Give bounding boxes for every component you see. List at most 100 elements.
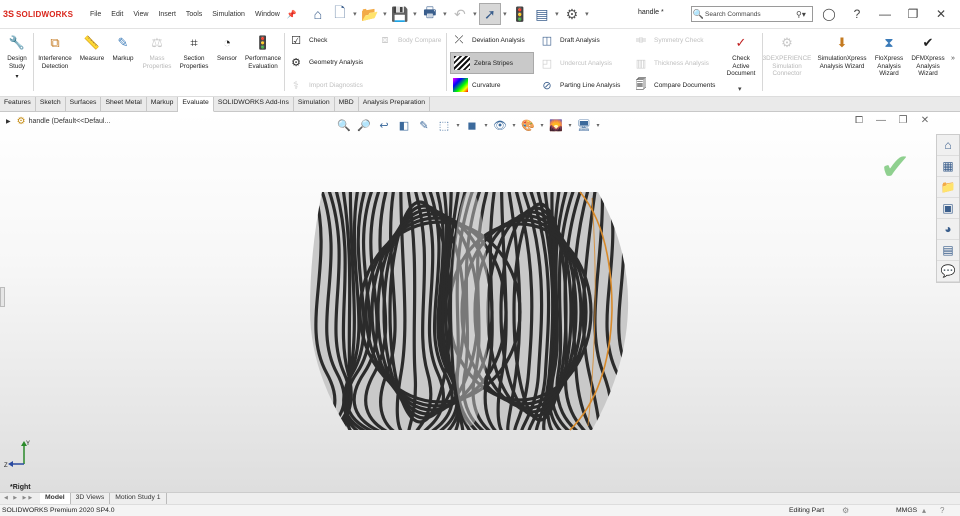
search-commands[interactable]: 🔍 Search Commands ⚲▾	[691, 6, 813, 22]
rebuild-status-icon[interactable]: ⚙	[842, 506, 849, 515]
solidworks-resources-icon[interactable]: ⌂	[937, 135, 959, 156]
menu-insert[interactable]: Insert	[153, 11, 181, 18]
body-compare-tool[interactable]: ⧈ Body Compare	[376, 31, 442, 49]
view-palette-icon[interactable]: ▣	[937, 198, 959, 219]
forum-icon[interactable]: 💬	[937, 261, 959, 282]
search-input[interactable]: Search Commands	[705, 11, 796, 18]
parting-line-analysis-tool[interactable]: ⊘ Parting Line Analysis	[538, 76, 620, 94]
viewport-tile-icon[interactable]: ⧠	[848, 115, 870, 126]
file-explorer-icon[interactable]: 📁	[937, 177, 959, 198]
design-study-tool[interactable]: 🔧 Design Study ▾	[4, 33, 30, 82]
new-document-icon[interactable]: 🗋	[329, 3, 351, 25]
tab-markup[interactable]: Markup	[147, 97, 179, 112]
hide-show-items-icon[interactable]: 👁	[490, 116, 510, 134]
view-orientation-icon[interactable]: ⬚	[434, 116, 454, 134]
properties-dropdown-icon[interactable]: ▾	[553, 10, 561, 18]
design-library-icon[interactable]: ▦	[937, 156, 959, 177]
simulationxpress-tool[interactable]: ⬇ SimulationXpress Analysis Wizard	[814, 33, 870, 70]
check-active-document-tool[interactable]: ✓ Check Active Document	[722, 33, 760, 78]
menu-tools[interactable]: Tools	[181, 11, 207, 18]
search-options-icon[interactable]: ⚲▾	[796, 10, 812, 19]
menu-simulation[interactable]: Simulation	[207, 11, 250, 18]
menu-file[interactable]: File	[85, 11, 106, 18]
close-icon[interactable]: ✕	[930, 5, 952, 23]
markup-tool[interactable]: ✎ Markup	[109, 33, 137, 63]
floxpress-tool[interactable]: ⧗ FloXpress Analysis Wizard	[872, 33, 906, 78]
check-tool[interactable]: ☑ Check	[287, 31, 327, 49]
orientation-dropdown-icon[interactable]: ▾	[454, 116, 462, 134]
display-dropdown-icon[interactable]: ▾	[482, 116, 490, 134]
zoom-to-fit-icon[interactable]: 🔍	[334, 116, 354, 134]
display-style-icon[interactable]: ◼	[462, 116, 482, 134]
save-icon[interactable]: 💾	[389, 3, 411, 25]
tab-evaluate[interactable]: Evaluate	[178, 97, 214, 112]
view-settings-icon[interactable]: 🖥	[574, 116, 594, 134]
expand-arrow-icon[interactable]: ▶	[6, 118, 11, 125]
scene-dropdown-icon[interactable]: ▾	[566, 116, 574, 134]
home-icon[interactable]: ⌂	[307, 3, 329, 25]
mass-properties-tool[interactable]: ⚖ Mass Properties	[140, 33, 174, 70]
pin-menu-icon[interactable]: 📌	[287, 10, 299, 19]
appearances-scenes-icon[interactable]: ◕	[937, 219, 959, 240]
print-dropdown-icon[interactable]: ▾	[441, 10, 449, 18]
dynamic-annotation-icon[interactable]: ✎	[414, 116, 434, 134]
tab-scroll-arrows-icon[interactable]: ◀ ▶ ▶▶	[0, 493, 40, 504]
open-dropdown-icon[interactable]: ▾	[381, 10, 389, 18]
edit-appearance-icon[interactable]: 🎨	[518, 116, 538, 134]
options-dropdown-icon[interactable]: ▾	[583, 10, 591, 18]
design-study-dropdown-icon[interactable]: ▾	[15, 74, 18, 82]
dfmxpress-tool[interactable]: ✔ DFMXpress Analysis Wizard	[908, 33, 948, 78]
menu-view[interactable]: View	[128, 11, 153, 18]
more-tools-dropdown-icon[interactable]: ▾	[738, 85, 742, 93]
appearance-dropdown-icon[interactable]: ▾	[538, 116, 546, 134]
viewport-restore-icon[interactable]: ❐	[892, 115, 914, 126]
user-account-icon[interactable]: ◯	[818, 5, 840, 23]
measure-tool[interactable]: 📏 Measure	[78, 33, 106, 63]
zoom-to-area-icon[interactable]: 🔎	[354, 116, 374, 134]
zebra-stripes-tool[interactable]: Zebra Stripes	[450, 52, 534, 74]
tab-surfaces[interactable]: Surfaces	[66, 97, 102, 112]
draft-analysis-tool[interactable]: ◫ Draft Analysis	[538, 31, 600, 49]
compare-documents-tool[interactable]: 🗐 Compare Documents	[632, 76, 716, 94]
undo-icon[interactable]: ↶	[449, 3, 471, 25]
thickness-analysis-tool[interactable]: ▥ Thickness Analysis	[632, 54, 709, 72]
section-properties-tool[interactable]: ⌗ Section Properties	[177, 33, 211, 70]
sensor-tool[interactable]: ◔ Sensor	[214, 33, 240, 63]
help-icon[interactable]: ?	[846, 5, 868, 23]
save-dropdown-icon[interactable]: ▾	[411, 10, 419, 18]
menu-window[interactable]: Window	[250, 11, 285, 18]
file-properties-icon[interactable]: ▤	[531, 3, 553, 25]
panel-grip-handle[interactable]	[0, 287, 5, 307]
curvature-tool[interactable]: Curvature	[450, 76, 534, 94]
undercut-analysis-tool[interactable]: ◰ Undercut Analysis	[538, 54, 612, 72]
custom-properties-icon[interactable]: ▤	[937, 240, 959, 261]
tab-analysis-preparation[interactable]: Analysis Preparation	[359, 97, 431, 112]
3dexperience-simulation-connector-tool[interactable]: ⚙ 3DEXPERIENCE Simulation Connector	[763, 33, 812, 78]
graphics-viewport[interactable]: ▶ ⚙ handle (Default<<Defaul... 🔍 🔎 ↩ ◧ ✎…	[0, 112, 960, 492]
menu-edit[interactable]: Edit	[106, 11, 128, 18]
expand-toolbar-icon[interactable]: »	[951, 55, 955, 62]
unit-system[interactable]: MMGS	[896, 507, 917, 514]
import-diagnostics-tool[interactable]: ⚕ Import Diagnostics	[287, 76, 363, 94]
solidworks-logo[interactable]: 3S SOLIDWORKS	[3, 9, 77, 19]
tab-mbd[interactable]: MBD	[335, 97, 359, 112]
deviation-analysis-tool[interactable]: ⤫ Deviation Analysis	[450, 31, 534, 49]
previous-view-icon[interactable]: ↩	[374, 116, 394, 134]
select-dropdown-icon[interactable]: ▾	[501, 10, 509, 18]
options-gear-icon[interactable]: ⚙	[561, 3, 583, 25]
undo-dropdown-icon[interactable]: ▾	[471, 10, 479, 18]
performance-evaluation-tool[interactable]: 🚦 Performance Evaluation	[243, 33, 283, 70]
restore-icon[interactable]: ❐	[902, 5, 924, 23]
tab-features[interactable]: Features	[0, 97, 36, 112]
viewport-close-icon[interactable]: ✕	[914, 115, 936, 126]
view-settings-dropdown-icon[interactable]: ▾	[594, 116, 602, 134]
tab-sheet-metal[interactable]: Sheet Metal	[101, 97, 147, 112]
open-icon[interactable]: 📂	[359, 3, 381, 25]
geometry-analysis-tool[interactable]: ⚙ Geometry Analysis	[287, 53, 363, 71]
tab-simulation[interactable]: Simulation	[294, 97, 335, 112]
apply-scene-icon[interactable]: 🌄	[546, 116, 566, 134]
print-icon[interactable]: 🖶	[419, 3, 441, 25]
units-dropdown-icon[interactable]: ▴	[922, 506, 926, 515]
viewport-minimize-icon[interactable]: —	[870, 115, 892, 126]
minimize-icon[interactable]: —	[874, 5, 896, 23]
